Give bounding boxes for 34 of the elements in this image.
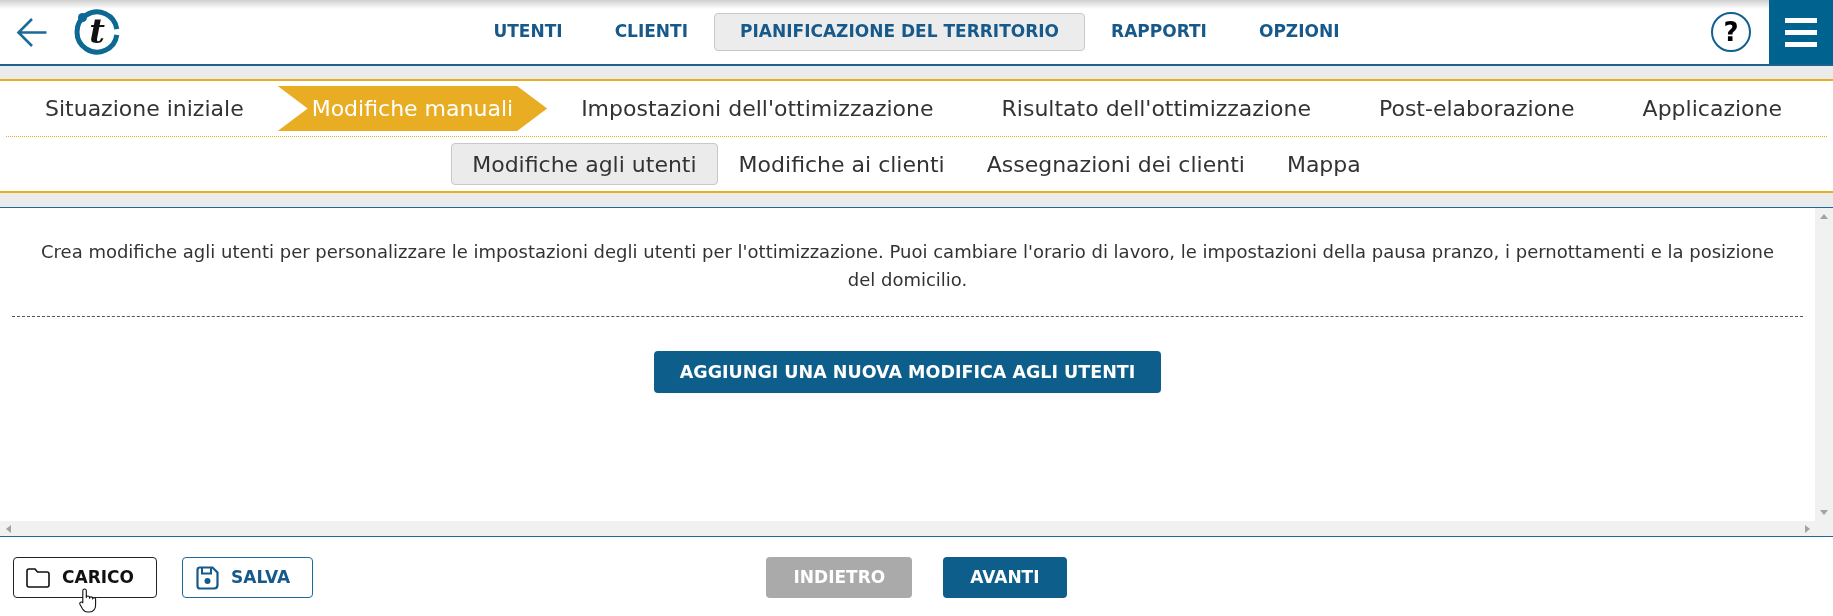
help-button[interactable]: ? (1711, 12, 1751, 52)
folder-icon (26, 567, 50, 588)
wizard-nav-button: INDIETRO (766, 557, 913, 598)
step-tab[interactable]: Post-elaborazione (1344, 86, 1609, 131)
step-tab[interactable]: Impostazioni dell'ottimizzazione (547, 86, 968, 131)
save-icon (195, 565, 219, 590)
save-button[interactable]: SALVA (182, 557, 314, 598)
nav-tab[interactable]: OPZIONI (1232, 13, 1366, 51)
app-logo: t (73, 8, 121, 56)
scroll-up-icon[interactable] (1820, 214, 1828, 219)
horizontal-scrollbar[interactable] (0, 521, 1833, 536)
wizard-nav-button[interactable]: AVANTI (943, 557, 1067, 598)
sub-tab[interactable]: Modifiche ai clienti (717, 143, 966, 185)
menu-button[interactable] (1769, 0, 1833, 64)
step-tab[interactable]: Risultato dell'ottimizzazione (967, 86, 1345, 131)
description-text: Crea modifiche agli utenti per personalizzare le impostazioni degli utenti per l'ottimizzazione. Puoi cambiare l'orario di lavoro, le impostazioni della pausa pranzo, i pernottamenti e la posizione del domicilio. (40, 240, 1775, 292)
hand-cursor-icon (79, 588, 97, 613)
scroll-right-icon[interactable] (1805, 524, 1810, 533)
nav-tab[interactable]: CLIENTI (588, 13, 715, 51)
sub-tab[interactable]: Assegnazioni dei clienti (965, 143, 1266, 185)
nav-tab[interactable]: PIANIFICAZIONE DEL TERRITORIO (714, 13, 1086, 51)
scroll-down-icon[interactable] (1820, 510, 1828, 515)
sub-tab[interactable]: Mappa (1265, 143, 1382, 185)
menu-icon (1785, 17, 1817, 47)
vertical-scrollbar[interactable] (1815, 208, 1833, 521)
back-arrow-icon[interactable] (16, 16, 48, 48)
sub-tab[interactable]: Modifiche agli utenti (451, 143, 718, 185)
step-tab[interactable]: Situazione iniziale (11, 86, 278, 131)
nav-tab[interactable]: UTENTI (467, 13, 589, 51)
scroll-left-icon[interactable] (6, 524, 11, 533)
nav-tab[interactable]: RAPPORTI (1085, 13, 1233, 51)
add-user-change-button[interactable]: AGGIUNGI UNA NUOVA MODIFICA AGLI UTENTI (653, 351, 1162, 393)
step-tab[interactable]: Applicazione (1608, 86, 1816, 131)
load-button[interactable]: CARICO (13, 557, 157, 598)
